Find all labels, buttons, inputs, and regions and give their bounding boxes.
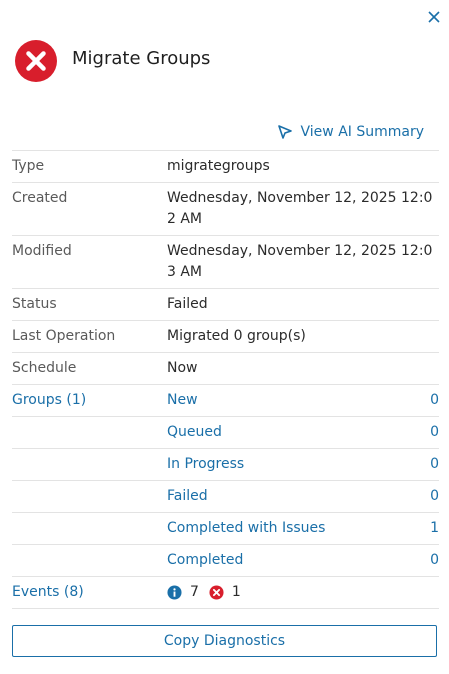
view-ai-summary-link[interactable]: View AI Summary <box>277 124 424 140</box>
events-summary: 7 1 <box>167 582 439 603</box>
groups-row-completed: Completed 0 <box>12 545 439 577</box>
error-icon[interactable] <box>209 585 224 600</box>
modified-row: Modified Wednesday, November 12, 2025 12… <box>12 236 439 289</box>
error-event-count[interactable]: 1 <box>232 582 241 603</box>
last-operation-value: Migrated 0 group(s) <box>167 328 306 344</box>
schedule-row: Schedule Now <box>12 353 439 385</box>
details-panel: Migrate Groups View AI Summary Type migr… <box>0 0 449 674</box>
type-label: Type <box>12 158 45 174</box>
close-icon[interactable] <box>425 8 443 26</box>
status-label: Status <box>12 296 57 312</box>
groups-link[interactable]: Groups (1) <box>12 390 167 411</box>
status-row: Status Failed <box>12 289 439 321</box>
group-status-failed[interactable]: Failed <box>167 486 419 507</box>
events-link[interactable]: Events (8) <box>12 582 167 603</box>
info-icon[interactable] <box>167 585 182 600</box>
created-label: Created <box>12 190 68 206</box>
groups-row-queued: Queued 0 <box>12 417 439 449</box>
group-status-completed[interactable]: Completed <box>167 550 419 571</box>
group-status-in-progress[interactable]: In Progress <box>167 454 419 475</box>
group-status-completed-with-issues[interactable]: Completed with Issues <box>167 518 419 539</box>
copy-diagnostics-button[interactable]: Copy Diagnostics <box>12 625 437 657</box>
type-row: Type migrategroups <box>12 151 439 183</box>
info-event-count[interactable]: 7 <box>190 582 199 603</box>
groups-row-failed: Failed 0 <box>12 481 439 513</box>
groups-row-completed-with-issues: Completed with Issues 1 <box>12 513 439 545</box>
status-value: Failed <box>167 296 208 312</box>
modified-label: Modified <box>12 243 72 259</box>
group-count-new[interactable]: 0 <box>419 390 439 411</box>
group-status-queued[interactable]: Queued <box>167 422 419 443</box>
last-operation-label: Last Operation <box>12 328 116 344</box>
group-count-in-progress[interactable]: 0 <box>419 454 439 475</box>
panel-header: Migrate Groups <box>14 38 210 84</box>
page-title: Migrate Groups <box>72 47 211 69</box>
created-row: Created Wednesday, November 12, 2025 12:… <box>12 183 439 236</box>
events-row: Events (8) 7 1 <box>12 577 439 609</box>
details-table: Type migrategroups Created Wednesday, No… <box>12 150 439 609</box>
group-count-completed-with-issues[interactable]: 1 <box>419 518 439 539</box>
group-status-new[interactable]: New <box>167 390 419 411</box>
groups-row-new: Groups (1) New 0 <box>12 385 439 417</box>
schedule-value: Now <box>167 360 198 376</box>
ai-summary-label: View AI Summary <box>300 124 424 140</box>
group-count-failed[interactable]: 0 <box>419 486 439 507</box>
created-value: Wednesday, November 12, 2025 12:02 AM <box>167 190 433 227</box>
error-circle-icon <box>15 40 57 82</box>
group-count-completed[interactable]: 0 <box>419 550 439 571</box>
modified-value: Wednesday, November 12, 2025 12:03 AM <box>167 243 433 280</box>
schedule-label: Schedule <box>12 360 77 376</box>
groups-row-in-progress: In Progress 0 <box>12 449 439 481</box>
group-count-queued[interactable]: 0 <box>419 422 439 443</box>
type-value: migrategroups <box>167 158 270 174</box>
ai-sparkle-icon <box>277 125 292 139</box>
last-operation-row: Last Operation Migrated 0 group(s) <box>12 321 439 353</box>
